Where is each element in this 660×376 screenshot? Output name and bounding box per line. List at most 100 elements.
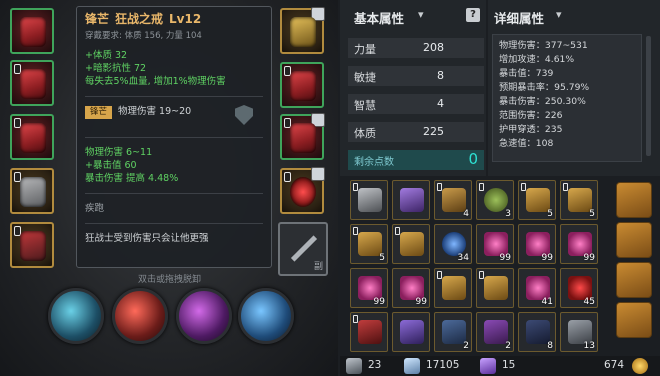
set-row: 锋芒 物理伤害 19~20 (85, 105, 263, 129)
free-points-label: 剩余点数 (354, 157, 394, 168)
crystal-icon (480, 358, 496, 374)
inventory-slot[interactable] (434, 268, 472, 308)
amulet-icon (290, 17, 316, 47)
inventory-slot[interactable]: 2 (434, 312, 472, 352)
inventory-slot[interactable] (350, 180, 388, 220)
unequip-hint: 双击或拖拽脱卸 (138, 275, 202, 285)
weapon-main-slot[interactable] (10, 222, 54, 268)
inventory-slot[interactable]: 3 (476, 180, 514, 220)
offhand-weapon-slot[interactable]: 副 (278, 222, 328, 276)
materials-count: 23 (368, 359, 382, 371)
scroll-icon (442, 276, 466, 300)
dropdown-caret-icon[interactable]: ▾ (556, 8, 562, 21)
bonus-line: 每失去5%血量, 增加1%物理伤害 (85, 76, 226, 87)
free-points-value: 0 (468, 150, 478, 168)
divider (85, 137, 263, 138)
inventory-slot[interactable]: 13 (560, 312, 598, 352)
help-icon[interactable]: ? (466, 8, 480, 22)
inventory-slot[interactable] (350, 312, 388, 352)
mace-icon (20, 231, 46, 261)
set-stat: 物理伤害 19~20 (118, 106, 192, 117)
inventory-slot[interactable]: 5 (518, 180, 556, 220)
item-tooltip: 锋芒 狂战之戒 Lv12 穿戴要求: 体质 156, 力量 104 +体质 32 +… (76, 6, 272, 268)
item-prefix: 锋芒 (85, 12, 110, 26)
offhand-label: 副 (313, 262, 323, 272)
detail-line: 增加攻速：4.61% (499, 54, 575, 65)
inventory-slot[interactable]: 2 (476, 312, 514, 352)
inventory-slot[interactable]: 41 (518, 268, 556, 308)
crystals-count: 15 (502, 359, 516, 371)
bag-2-icon[interactable] (616, 222, 652, 258)
detail-line: 急速值：108 (499, 138, 554, 149)
inventory-slot[interactable]: 4 (434, 180, 472, 220)
bonus-line: +暗影抗性 72 (85, 63, 147, 74)
item-level: Lv12 (169, 12, 202, 26)
armor-icon (20, 69, 46, 99)
stat-line: 暴击伤害 提高 4.48% (85, 173, 179, 184)
detail-line: 暴击值：739 (499, 68, 554, 79)
chest-slot[interactable] (10, 114, 54, 160)
attr-wisdom: 智慧 4 (348, 94, 484, 114)
inventory-slot[interactable]: 5 (350, 224, 388, 264)
helmet-slot[interactable] (10, 8, 54, 54)
shoulder-slot[interactable] (10, 168, 54, 214)
spiked-shoulder-icon (20, 177, 46, 207)
set-tag: 锋芒 (85, 106, 113, 119)
boots-slot[interactable] (280, 113, 325, 160)
stat-line: +暴击值 60 (85, 160, 137, 171)
sword-icon (290, 235, 318, 262)
detail-scrollbar[interactable] (646, 36, 651, 156)
skill-slash-icon[interactable] (48, 288, 104, 344)
detail-line: 预期暴击率：95.79% (499, 82, 590, 93)
detail-line: 物理伤害：377~531 (499, 40, 588, 51)
divider (85, 193, 263, 194)
divider (85, 223, 263, 224)
inventory-slot[interactable] (392, 312, 430, 352)
inventory-slot[interactable]: 99 (560, 224, 598, 264)
divider (85, 96, 263, 97)
gold-count: 674 (604, 359, 625, 371)
boots-icon (290, 123, 316, 153)
inventory-slot[interactable] (392, 180, 430, 220)
helmet-icon (20, 17, 46, 47)
shield-icon (235, 105, 253, 125)
skill-name: 疾跑 (85, 203, 105, 214)
bag-4-icon[interactable] (616, 302, 652, 338)
inventory-slot[interactable]: 99 (518, 224, 556, 264)
skill-whirl-icon[interactable] (176, 288, 232, 344)
ring-slot[interactable] (280, 167, 325, 214)
inventory-slot[interactable] (476, 268, 514, 308)
inventory-slot[interactable]: 5 (560, 180, 598, 220)
inventory-slot[interactable]: 34 (434, 224, 472, 264)
quality-badge-icon (311, 167, 325, 181)
lock-icon (284, 172, 291, 182)
inventory-slot[interactable]: 8 (518, 312, 556, 352)
purple-gem-icon (400, 188, 424, 212)
bag-3-icon[interactable] (616, 262, 652, 298)
skill-dash-icon[interactable] (238, 288, 294, 344)
item-name: 狂战之戒 (115, 12, 164, 26)
detail-attributes-panel: 详细属性 ▾ 物理伤害：377~531 增加攻速：4.61% 暴击值：739 预… (488, 0, 660, 176)
inventory-slot[interactable]: 99 (350, 268, 388, 308)
attr-constitution: 体质 225 (348, 122, 484, 142)
attr-agility: 敏捷 8 (348, 66, 484, 86)
stat-line: 物理伤害 6~11 (85, 147, 153, 158)
currency-bar: 23 17105 15 674 (340, 356, 660, 376)
gold-coin-icon (632, 358, 648, 374)
basic-attributes-panel: 基本属性 ▾ ? 力量 208 敏捷 8 智慧 4 体质 225 剩余点数 0 (340, 0, 486, 176)
gloves-slot[interactable] (280, 62, 324, 108)
basic-attributes-title: 基本属性 (354, 11, 405, 26)
bag-1-icon[interactable] (616, 182, 652, 218)
skill-fury-icon[interactable] (112, 288, 168, 344)
attr-strength: 力量 208 (348, 38, 484, 58)
inventory-slot[interactable]: 99 (392, 268, 430, 308)
gauntlet-icon (290, 71, 316, 101)
dropdown-caret-icon[interactable]: ▾ (418, 8, 424, 21)
item-title: 锋芒 狂战之戒 Lv12 (85, 13, 263, 26)
inventory-slot[interactable]: 45 (560, 268, 598, 308)
inventory-slot[interactable]: 99 (476, 224, 514, 264)
armor-slot[interactable] (10, 60, 54, 106)
ring-icon (290, 177, 316, 207)
amulet-slot[interactable] (280, 7, 325, 54)
inventory-slot[interactable] (392, 224, 430, 264)
